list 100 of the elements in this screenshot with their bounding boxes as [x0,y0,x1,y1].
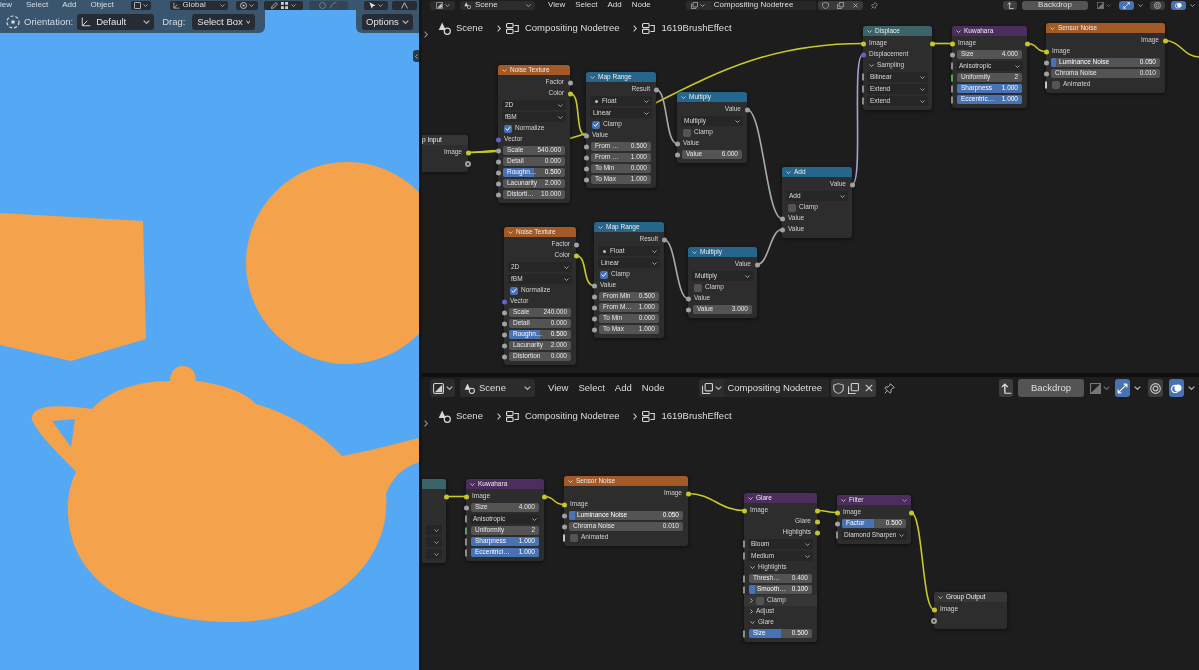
socket-icon[interactable] [495,181,501,186]
checkbox[interactable] [756,596,764,605]
socket-icon[interactable] [573,253,579,258]
socket-icon[interactable] [949,52,955,57]
socket-icon[interactable] [443,494,449,499]
checkbox[interactable] [788,203,796,212]
chevron-down-icon[interactable] [786,170,791,174]
socket-icon[interactable] [495,192,501,197]
chevron-down-icon[interactable] [502,68,507,72]
socket-icon[interactable] [685,491,691,496]
socket-icon[interactable] [463,494,469,499]
chevron-down-icon[interactable] [508,230,513,234]
checkbox[interactable] [510,286,518,295]
menu-item[interactable]: iew [0,1,12,9]
menu-item[interactable]: Node [626,1,656,9]
transform-orientation-dropdown[interactable]: Global [169,0,228,10]
pin-icon[interactable] [884,382,896,394]
chevron-down-icon[interactable] [568,479,573,483]
socket-icon[interactable] [814,519,820,524]
socket-icon[interactable] [541,494,547,499]
chevron-down-icon[interactable] [938,595,943,599]
chevron-down-icon[interactable] [750,566,755,569]
chevron-down-icon[interactable] [692,250,697,254]
fake-user-button[interactable] [831,379,847,397]
socket-icon[interactable] [860,41,866,46]
socket-icon[interactable] [931,617,937,624]
mode-dropdown[interactable] [130,0,151,10]
menu-item[interactable]: Add [62,1,77,9]
socket-icon[interactable] [501,321,507,326]
chevron-down-icon[interactable] [841,498,846,502]
pivot-dropdown[interactable] [235,0,258,10]
socket-icon[interactable] [567,91,573,96]
gizmo-toggle[interactable] [1150,0,1165,10]
parent-tree-button[interactable] [1003,0,1017,10]
socket-icon[interactable] [834,521,840,526]
socket-icon[interactable] [814,530,820,535]
scene-dropdown[interactable]: Scene [460,0,535,10]
fake-user-button[interactable] [817,0,833,10]
chevron-right-icon[interactable] [424,31,428,38]
node-tree-field[interactable]: Compositing Nodetree [710,0,816,10]
socket-icon[interactable] [591,283,597,288]
checkbox[interactable] [1052,80,1060,89]
socket-icon[interactable] [661,237,667,242]
dropdown[interactable] [426,525,442,535]
socket-icon[interactable] [495,148,501,153]
socket-icon[interactable] [583,177,589,182]
menu-item[interactable]: Add [609,383,637,393]
socket-icon[interactable] [495,170,501,175]
chevron-right-icon[interactable] [750,609,753,614]
dropdown[interactable] [426,549,442,559]
socket-icon[interactable] [849,182,855,187]
socket-icon[interactable] [501,343,507,348]
socket-icon[interactable] [1043,60,1049,65]
overlay-toggle[interactable] [1171,0,1186,10]
socket-icon[interactable] [583,144,589,149]
socket-icon[interactable] [561,502,567,507]
socket-icon[interactable] [860,52,866,57]
chevron-down-icon[interactable] [598,225,603,229]
browse-button[interactable] [685,0,711,10]
socket-icon[interactable] [653,87,659,92]
chevron-down-icon[interactable] [681,95,686,99]
socket-icon[interactable] [744,107,750,112]
socket-icon[interactable] [814,508,820,513]
socket-icon[interactable] [929,41,935,46]
unlink-button[interactable] [847,0,863,10]
menu-item[interactable]: Object [90,1,114,9]
menu-item[interactable]: Add [602,1,627,9]
checkbox[interactable] [592,120,600,129]
checkbox[interactable] [504,124,512,133]
chevron-right-icon[interactable] [424,420,428,427]
editor-type-button[interactable] [430,0,455,10]
socket-icon[interactable] [1043,71,1049,76]
chevron-down-icon[interactable] [867,29,872,33]
socket-icon[interactable] [591,327,597,332]
socket-icon[interactable] [908,510,914,515]
socket-icon[interactable] [741,508,747,513]
socket-icon[interactable] [674,152,680,157]
pin-icon[interactable] [870,1,878,9]
socket-icon[interactable] [583,166,589,171]
socket-icon[interactable] [463,505,469,510]
options-dropdown[interactable]: Options [362,13,413,30]
menu-item[interactable]: Select [570,1,603,9]
chevron-down-icon[interactable] [590,75,595,79]
socket-icon[interactable] [685,296,691,301]
snap-toggle[interactable] [1119,0,1134,10]
chevron-down-icon[interactable] [470,482,475,486]
socket-icon[interactable] [501,332,507,337]
cursor-dropdown[interactable] [363,0,388,10]
menu-item[interactable]: Node [636,383,670,393]
orbit-icon[interactable] [6,14,20,29]
chevron-down-icon[interactable] [748,496,753,500]
socket-icon[interactable] [779,227,785,232]
socket-icon[interactable] [583,133,589,138]
chevron-right-icon[interactable] [750,598,753,603]
socket-icon[interactable] [561,513,567,518]
scene-dropdown[interactable]: Scene [460,379,535,397]
socket-icon[interactable] [949,41,955,46]
socket-icon[interactable] [931,607,937,612]
checkbox[interactable] [683,128,691,137]
gizmo-toggle[interactable] [1148,379,1163,397]
